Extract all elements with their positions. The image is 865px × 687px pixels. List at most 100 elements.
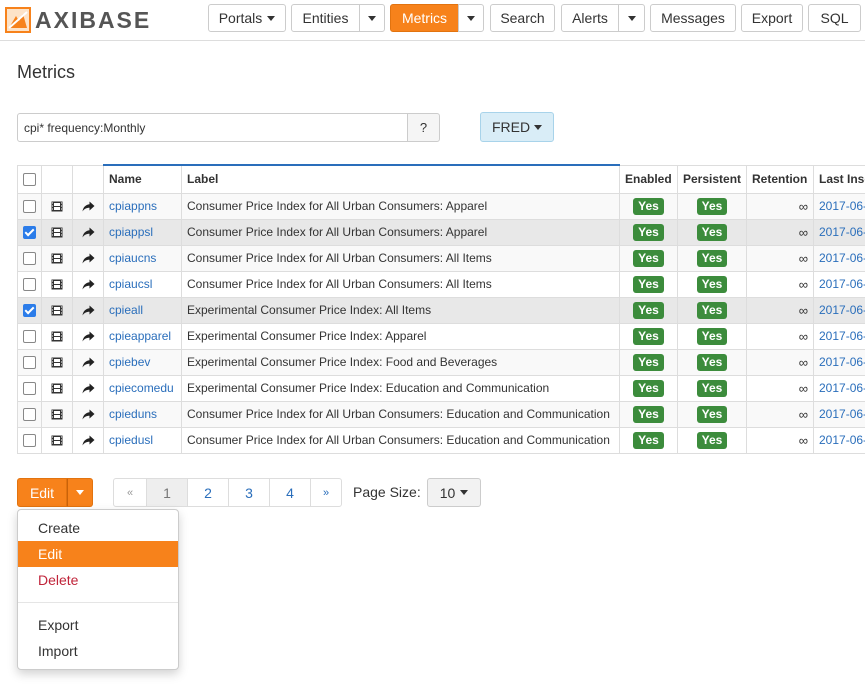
metrics-button[interactable]: Metrics (390, 4, 459, 32)
metric-name-link[interactable]: cpiedusl (109, 433, 153, 447)
film-icon[interactable] (51, 433, 63, 447)
row-checkbox[interactable] (23, 278, 36, 292)
last-insert-cell[interactable]: 2017-06- (813, 244, 865, 272)
alerts-button[interactable]: Alerts (561, 4, 619, 32)
row-checkbox[interactable] (23, 304, 36, 318)
share-icon-cell[interactable] (72, 322, 104, 350)
metric-name-link[interactable]: cpiappsl (109, 225, 153, 239)
header-retention[interactable]: Retention (746, 164, 814, 194)
series-icon-cell[interactable] (41, 218, 73, 246)
pagination-next[interactable]: » (310, 478, 342, 507)
film-icon[interactable] (51, 407, 63, 421)
messages-button[interactable]: Messages (650, 4, 736, 32)
page-size-dropdown[interactable]: 10 (427, 478, 481, 507)
row-checkbox[interactable] (23, 356, 36, 370)
last-insert-cell[interactable]: 2017-06- (813, 426, 865, 454)
table-row[interactable]: cpiappsl Consumer Price Index for All Urb… (17, 218, 865, 246)
metric-name-link[interactable]: cpiebev (109, 355, 150, 369)
metric-name-link[interactable]: cpiecomedu (109, 381, 174, 395)
row-checkbox[interactable] (23, 200, 36, 214)
select-all-checkbox[interactable] (23, 173, 36, 187)
row-checkbox[interactable] (23, 252, 36, 266)
row-checkbox[interactable] (23, 226, 36, 240)
metric-name-link[interactable]: cpiappns (109, 199, 157, 213)
film-icon[interactable] (51, 251, 63, 265)
film-icon[interactable] (51, 381, 63, 395)
menu-item-import[interactable]: Import (18, 638, 178, 664)
share-icon-cell[interactable] (72, 296, 104, 324)
row-checkbox[interactable] (23, 408, 36, 422)
table-row[interactable]: cpieduns Consumer Price Index for All Urb… (17, 400, 865, 428)
export-button[interactable]: Export (741, 4, 803, 32)
metric-search-input[interactable] (17, 113, 408, 142)
pagination-page-3[interactable]: 3 (228, 478, 270, 507)
metric-name-link[interactable]: cpiaucns (109, 251, 156, 265)
series-icon-cell[interactable] (41, 192, 73, 220)
metrics-dropdown-toggle[interactable] (458, 4, 484, 32)
fred-dropdown-button[interactable]: FRED (480, 112, 554, 142)
table-row[interactable]: cpieapparel Experimental Consumer Price I… (17, 322, 865, 350)
pagination-page-1[interactable]: 1 (146, 478, 188, 507)
table-row[interactable]: cpiaucsl Consumer Price Index for All Urb… (17, 270, 865, 298)
share-arrow-icon[interactable] (82, 225, 95, 239)
series-icon-cell[interactable] (41, 426, 73, 454)
metric-name-link[interactable]: cpieduns (109, 407, 157, 421)
series-icon-cell[interactable] (41, 374, 73, 402)
edit-button[interactable]: Edit (17, 478, 67, 507)
search-button[interactable]: Search (490, 4, 555, 32)
share-arrow-icon[interactable] (82, 199, 95, 213)
table-row[interactable]: cpiedusl Consumer Price Index for All Urb… (17, 426, 865, 454)
share-icon-cell[interactable] (72, 192, 104, 220)
entities-dropdown-toggle[interactable] (359, 4, 385, 32)
last-insert-cell[interactable]: 2017-06- (813, 192, 865, 220)
film-icon[interactable] (51, 277, 63, 291)
menu-item-delete[interactable]: Delete (18, 567, 178, 593)
film-icon[interactable] (51, 329, 63, 343)
table-row[interactable]: cpiappns Consumer Price Index for All Urb… (17, 192, 865, 220)
film-icon[interactable] (51, 355, 63, 369)
metric-name-link[interactable]: cpieapparel (109, 329, 171, 343)
header-label[interactable]: Label (181, 164, 620, 194)
table-row[interactable]: cpieall Experimental Consumer Price Index… (17, 296, 865, 324)
film-icon[interactable] (51, 225, 63, 239)
metric-name-link[interactable]: cpieall (109, 303, 143, 317)
film-icon[interactable] (51, 303, 63, 317)
last-insert-cell[interactable]: 2017-06- (813, 296, 865, 324)
menu-item-export[interactable]: Export (18, 612, 178, 638)
series-icon-cell[interactable] (41, 400, 73, 428)
pagination-prev[interactable]: « (113, 478, 147, 507)
share-icon-cell[interactable] (72, 348, 104, 376)
pagination-page-4[interactable]: 4 (269, 478, 311, 507)
last-insert-cell[interactable]: 2017-06- (813, 400, 865, 428)
menu-item-edit[interactable]: Edit (18, 541, 178, 567)
header-last-insert[interactable]: Last Insert (813, 164, 865, 194)
row-checkbox[interactable] (23, 382, 36, 396)
table-row[interactable]: cpiaucns Consumer Price Index for All Urb… (17, 244, 865, 272)
last-insert-cell[interactable]: 2017-06- (813, 270, 865, 298)
row-checkbox[interactable] (23, 330, 36, 344)
share-arrow-icon[interactable] (82, 381, 95, 395)
menu-item-create[interactable]: Create (18, 515, 178, 541)
table-row[interactable]: cpiecomedu Experimental Consumer Price In… (17, 374, 865, 402)
entities-button[interactable]: Entities (291, 4, 360, 32)
film-icon[interactable] (51, 199, 63, 213)
edit-dropdown-toggle[interactable] (67, 478, 93, 507)
share-arrow-icon[interactable] (82, 277, 95, 291)
share-icon-cell[interactable] (72, 270, 104, 298)
series-icon-cell[interactable] (41, 244, 73, 272)
series-icon-cell[interactable] (41, 296, 73, 324)
brand-logo[interactable]: AXIBASE (5, 6, 151, 34)
share-icon-cell[interactable] (72, 374, 104, 402)
share-icon-cell[interactable] (72, 426, 104, 454)
last-insert-cell[interactable]: 2017-06- (813, 348, 865, 376)
alerts-dropdown-toggle[interactable] (618, 4, 645, 32)
row-checkbox[interactable] (23, 434, 36, 448)
header-name[interactable]: Name (103, 164, 182, 194)
share-arrow-icon[interactable] (82, 303, 95, 317)
share-arrow-icon[interactable] (82, 355, 95, 369)
share-arrow-icon[interactable] (82, 329, 95, 343)
last-insert-cell[interactable]: 2017-06- (813, 374, 865, 402)
metric-name-link[interactable]: cpiaucsl (109, 277, 152, 291)
portals-menu-button[interactable]: Portals (208, 4, 286, 32)
search-help-button[interactable]: ? (407, 113, 440, 142)
